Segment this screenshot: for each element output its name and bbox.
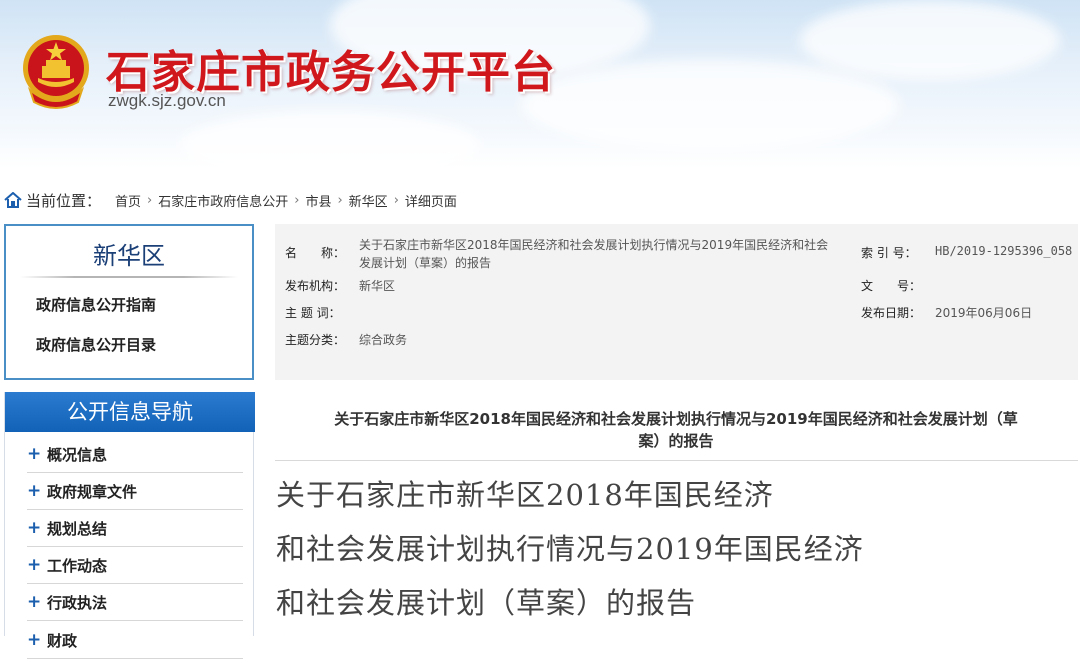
plus-icon: + xyxy=(27,592,42,612)
date-value: 2019年06月06日 xyxy=(935,306,1033,320)
nav-header: 公开信息导航 xyxy=(5,392,255,432)
banner-cloud xyxy=(520,60,900,150)
banner-cloud xyxy=(800,0,1060,80)
divider xyxy=(275,460,1078,461)
site-banner: 石家庄市政务公开平台 zwgk.sjz.gov.cn xyxy=(0,0,1080,168)
disclosure-catalog-link[interactable]: 政府信息公开目录 xyxy=(36,334,156,355)
subject-label: 主 题 词： xyxy=(285,306,341,320)
category-value: 综合政务 xyxy=(359,333,408,347)
article-title-line: 和社会发展计划（草案）的报告 xyxy=(276,586,697,620)
breadcrumb-label: 当前位置： xyxy=(26,191,102,210)
divider xyxy=(20,276,238,278)
index-value: HB/2019-1295396_058 xyxy=(935,244,1073,258)
publisher-label: 发布机构： xyxy=(285,279,346,293)
article-header-line: 关于石家庄市新华区2018年国民经济和社会发展计划执行情况与2019年国民经济和… xyxy=(334,410,1018,428)
breadcrumb-current: 详细页面 xyxy=(404,194,457,210)
nav-item-label: 政府规章文件 xyxy=(47,482,138,501)
district-box: 新华区 政府信息公开指南 政府信息公开目录 xyxy=(4,224,254,380)
site-domain: zwgk.sjz.gov.cn xyxy=(108,91,226,110)
chevron-right-icon: › xyxy=(337,192,343,208)
nav-item-label: 概况信息 xyxy=(47,445,108,464)
nav-item-label: 工作动态 xyxy=(47,556,108,575)
chevron-right-icon: › xyxy=(147,192,153,208)
nav-item-regulations[interactable]: + 政府规章文件 xyxy=(27,473,243,510)
breadcrumb: 当前位置： 首页 › 石家庄市政府信息公开 › 市县 › 新华区 › 详细页面 xyxy=(4,189,457,211)
info-navigation: 公开信息导航 + 概况信息 + 政府规章文件 + 规划总结 + 工作动态 + 行… xyxy=(4,392,255,659)
breadcrumb-counties[interactable]: 市县 xyxy=(305,191,331,210)
publisher-value: 新华区 xyxy=(359,279,396,293)
plus-icon: + xyxy=(27,444,42,464)
breadcrumb-home[interactable]: 首页 xyxy=(115,191,141,210)
doc-number-label: 文 号： xyxy=(861,279,922,293)
nav-item-overview[interactable]: + 概况信息 xyxy=(27,436,243,473)
article-header-line: 案）的报告 xyxy=(638,432,714,450)
nav-item-label: 规划总结 xyxy=(47,519,108,538)
nav-item-finance[interactable]: + 财政 xyxy=(27,622,243,659)
name-value: 关于石家庄市新华区2018年国民经济和社会发展计划执行情况与2019年国民经济和… xyxy=(359,238,829,252)
breadcrumb-gov-info[interactable]: 石家庄市政府信息公开 xyxy=(158,191,288,210)
plus-icon: + xyxy=(27,555,42,575)
name-label: 名 称： xyxy=(285,246,346,260)
nav-item-label: 行政执法 xyxy=(47,593,108,612)
plus-icon: + xyxy=(27,481,42,501)
category-label: 主题分类： xyxy=(285,333,346,347)
nav-item-work-news[interactable]: + 工作动态 xyxy=(27,547,243,584)
home-icon xyxy=(4,192,22,208)
national-emblem-icon xyxy=(23,35,89,109)
chevron-right-icon: › xyxy=(294,192,300,208)
disclosure-guide-link[interactable]: 政府信息公开指南 xyxy=(36,294,156,315)
article-header: 关于石家庄市新华区2018年国民经济和社会发展计划执行情况与2019年国民经济和… xyxy=(278,408,1074,452)
district-title: 新华区 xyxy=(93,242,165,270)
chevron-right-icon: › xyxy=(393,192,399,208)
index-label: 索 引 号： xyxy=(861,246,917,260)
banner-cloud xyxy=(180,110,480,168)
article-title-line: 和社会发展计划执行情况与2019年国民经济 xyxy=(276,532,864,566)
nav-item-law-enforcement[interactable]: + 行政执法 xyxy=(27,584,243,621)
document-metadata: 名 称： 关于石家庄市新华区2018年国民经济和社会发展计划执行情况与2019年… xyxy=(275,224,1078,380)
plus-icon: + xyxy=(27,518,42,538)
breadcrumb-xinhua[interactable]: 新华区 xyxy=(349,191,388,210)
nav-item-label: 财政 xyxy=(47,631,78,650)
nav-item-planning[interactable]: + 规划总结 xyxy=(27,510,243,547)
article-title-line: 关于石家庄市新华区2018年国民经济 xyxy=(276,478,774,512)
plus-icon: + xyxy=(27,630,42,650)
date-label: 发布日期： xyxy=(861,306,922,320)
name-value-cont: 发展计划（草案）的报告 xyxy=(359,256,492,270)
